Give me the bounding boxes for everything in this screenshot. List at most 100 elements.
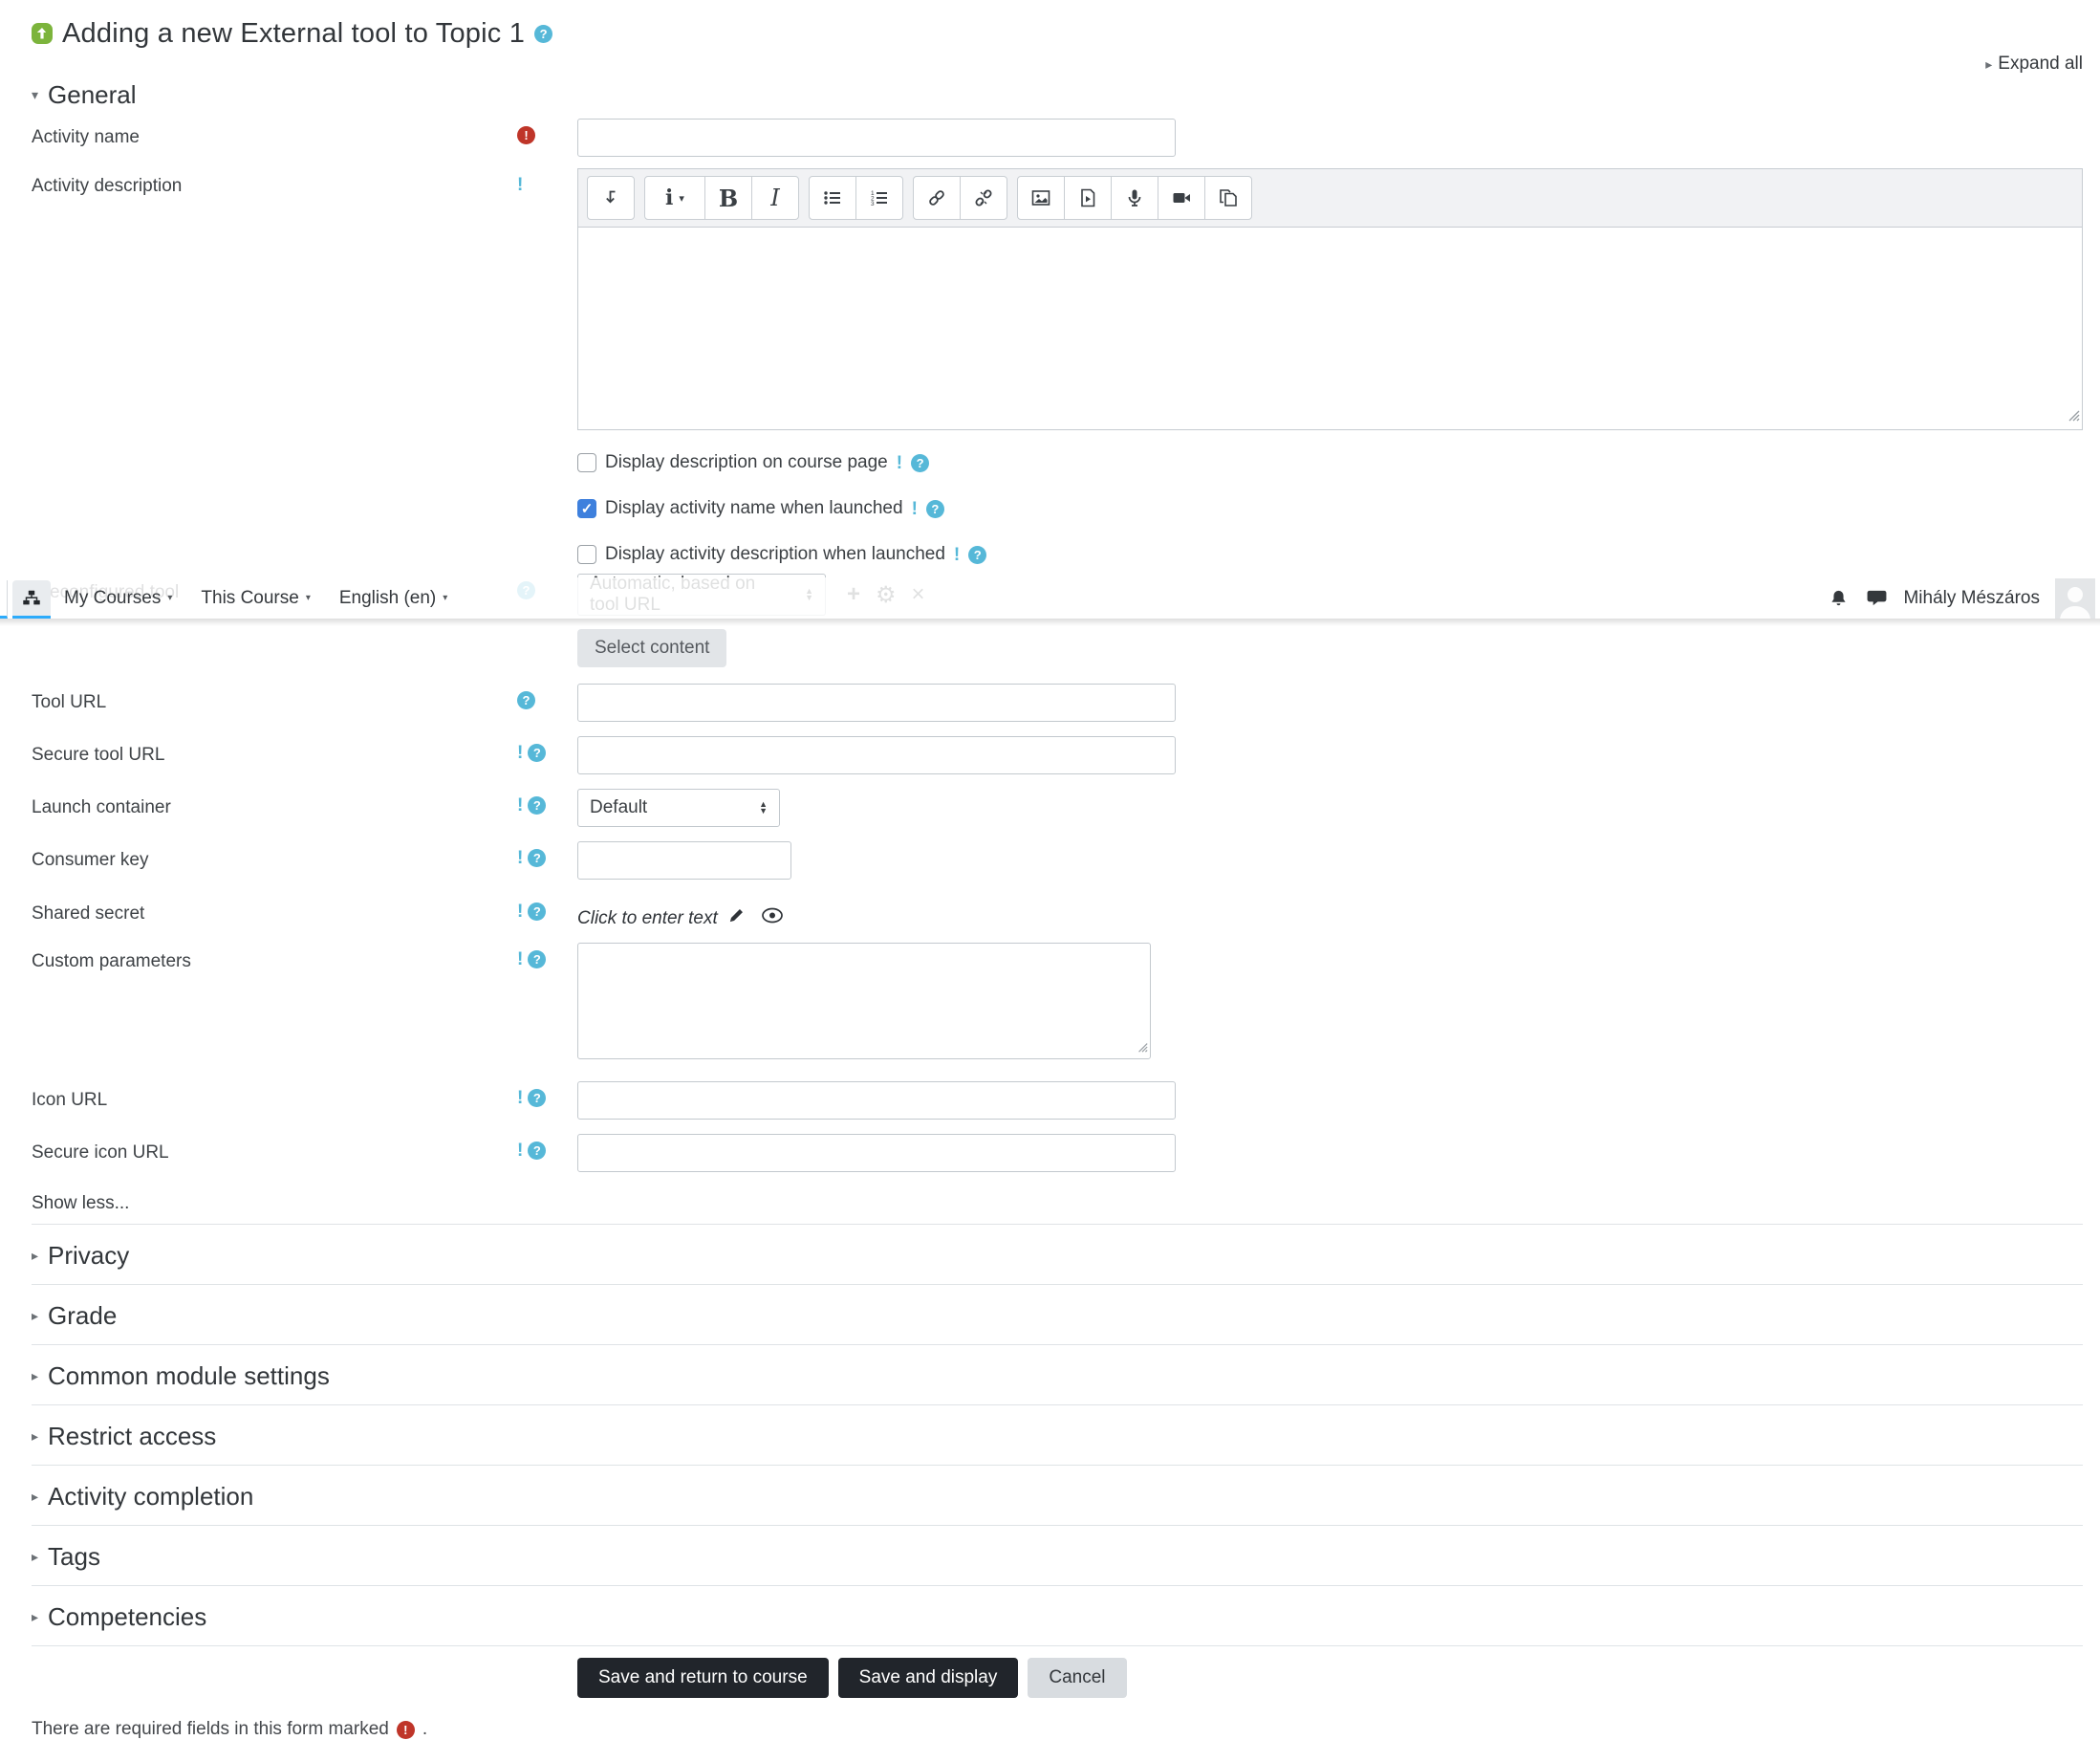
display-activity-description-checkbox[interactable] — [577, 545, 596, 564]
editor-toolbar: i ▾ B I 123 — [577, 168, 2083, 228]
checkbox-row-display-description-launched: Display activity description when launch… — [577, 541, 2083, 568]
expand-all-link[interactable]: ▸ Expand all — [32, 54, 2083, 76]
page-content: Adding a new External tool to Topic 1 ? … — [0, 0, 2100, 1740]
row-secure-tool-url: Secure tool URL !? — [32, 736, 2083, 774]
row-tool-url: Tool URL ? — [32, 684, 2083, 722]
unordered-list-icon[interactable] — [809, 176, 856, 220]
section-heading[interactable]: ▸ Restrict access — [32, 1417, 2083, 1455]
help-icon[interactable]: ? — [517, 691, 535, 709]
select-arrows-icon: ▲▼ — [759, 799, 768, 816]
row-consumer-key: Consumer key !? — [32, 841, 2083, 880]
section-heading[interactable]: ▸ Tags — [32, 1537, 2083, 1576]
help-icon[interactable]: ? — [968, 545, 987, 564]
required-fields-note: There are required fields in this form m… — [32, 1719, 428, 1739]
section-competencies: ▸ Competencies — [32, 1586, 2083, 1646]
title-help-icon[interactable]: ? — [534, 24, 553, 43]
chevron-right-icon: ▸ — [32, 1548, 39, 1564]
consumer-key-input[interactable] — [577, 841, 791, 880]
section-heading[interactable]: ▸ Common module settings — [32, 1357, 2083, 1395]
help-icon[interactable]: ? — [528, 849, 547, 867]
checkbox-row-display-name-launched: Display activity name when launched ! ? — [577, 495, 2083, 522]
row-icon-url: Icon URL !? — [32, 1081, 2083, 1120]
tool-url-label: Tool URL — [32, 692, 107, 712]
section-common-module-settings: ▸ Common module settings — [32, 1345, 2083, 1405]
image-icon[interactable] — [1017, 176, 1065, 220]
display-description-checkbox[interactable] — [577, 453, 596, 472]
tool-url-input[interactable] — [577, 684, 1176, 722]
sitemap-icon — [23, 590, 40, 604]
secure-tool-url-input[interactable] — [577, 736, 1176, 774]
nav-drawer-toggle[interactable] — [12, 580, 51, 619]
activity-name-input[interactable] — [577, 119, 1176, 157]
display-activity-name-checkbox[interactable] — [577, 499, 596, 518]
help-icon[interactable]: ? — [528, 950, 547, 968]
help-icon[interactable]: ? — [528, 1089, 547, 1107]
activity-name-label: Activity name — [32, 127, 140, 147]
unlink-icon[interactable] — [960, 176, 1007, 220]
select-content-button[interactable]: Select content — [577, 629, 727, 667]
media-icon[interactable] — [1064, 176, 1112, 220]
launch-container-select[interactable]: Default ▲ ▼ — [577, 789, 780, 827]
required-icon: ! — [517, 126, 535, 144]
secure-icon-url-label: Secure icon URL — [32, 1142, 169, 1163]
nav-item-my-courses[interactable]: My Courses ▾ — [64, 588, 172, 609]
nav-item-this-course[interactable]: This Course ▾ — [201, 588, 310, 609]
section-heading[interactable]: ▸ Grade — [32, 1296, 2083, 1335]
italic-icon[interactable]: I — [751, 176, 799, 220]
shared-secret-edit-link[interactable]: Click to enter text — [577, 908, 718, 929]
save-and-display-button[interactable]: Save and display — [837, 1658, 1019, 1698]
secure-icon-url-input[interactable] — [577, 1134, 1176, 1172]
user-name[interactable]: Mihály Mészáros — [1903, 588, 2040, 609]
chevron-right-icon: ▸ — [32, 1608, 39, 1624]
eye-icon[interactable] — [761, 907, 784, 929]
row-activity-name: Activity name ! — [32, 119, 2083, 157]
editor-content-area[interactable] — [577, 228, 2083, 430]
resize-handle-icon[interactable] — [2067, 406, 2080, 427]
help-icon[interactable]: ? — [528, 903, 547, 921]
ordered-list-icon[interactable]: 123 — [855, 176, 903, 220]
svg-text:3: 3 — [871, 201, 875, 207]
help-icon[interactable]: ? — [528, 744, 547, 762]
info-exclamation-icon: ! — [517, 1141, 524, 1161]
help-icon[interactable]: ? — [925, 499, 944, 518]
help-icon[interactable]: ? — [528, 1142, 547, 1160]
section-privacy: ▸ Privacy — [32, 1225, 2083, 1285]
manage-files-icon[interactable] — [1204, 176, 1252, 220]
custom-parameters-textarea[interactable] — [577, 943, 1151, 1059]
cancel-button[interactable]: Cancel — [1028, 1658, 1127, 1698]
section-grade: ▸ Grade — [32, 1285, 2083, 1345]
save-and-return-button[interactable]: Save and return to course — [577, 1658, 829, 1698]
help-icon[interactable]: ? — [911, 453, 930, 472]
chevron-right-icon: ▸ — [32, 1488, 39, 1504]
section-heading[interactable]: ▸ Privacy — [32, 1236, 2083, 1274]
show-less-link[interactable]: Show less... — [32, 1193, 129, 1214]
avatar[interactable] — [2055, 577, 2095, 619]
bell-icon[interactable] — [1827, 587, 1850, 610]
section-heading[interactable]: ▸ Activity completion — [32, 1477, 2083, 1515]
caret-down-icon: ▾ — [167, 593, 173, 603]
collapse-toolbar-icon[interactable] — [587, 176, 635, 220]
icon-url-input[interactable] — [577, 1081, 1176, 1120]
section-heading[interactable]: ▸ Competencies — [32, 1598, 2083, 1636]
section-restrict-access: ▸ Restrict access — [32, 1405, 2083, 1466]
help-icon[interactable]: ? — [528, 796, 547, 815]
paragraph-styles-icon[interactable]: i ▾ — [644, 176, 705, 220]
section-heading-general[interactable]: ▾ General — [32, 76, 2083, 113]
messages-icon[interactable] — [1865, 587, 1888, 610]
record-video-icon[interactable] — [1158, 176, 1205, 220]
caret-down-icon: ▾ — [305, 593, 311, 603]
info-exclamation-icon: ! — [517, 902, 524, 922]
link-icon[interactable] — [913, 176, 961, 220]
nav-menu: My Courses ▾ This Course ▾ English (en) ▾ — [64, 588, 447, 609]
external-tool-icon — [32, 23, 53, 44]
shared-secret-label: Shared secret — [32, 903, 145, 924]
chevron-down-icon: ▾ — [32, 86, 39, 102]
pencil-icon[interactable] — [727, 906, 746, 930]
bold-icon[interactable]: B — [704, 176, 752, 220]
nav-item-language[interactable]: English (en) ▾ — [339, 588, 447, 609]
icon-url-label: Icon URL — [32, 1090, 108, 1110]
record-audio-icon[interactable] — [1111, 176, 1158, 220]
resize-handle-icon[interactable] — [1137, 1037, 1148, 1058]
checkbox-row-display-description: Display description on course page ! ? — [577, 449, 2083, 476]
page-header: Adding a new External tool to Topic 1 ? — [32, 13, 2083, 54]
